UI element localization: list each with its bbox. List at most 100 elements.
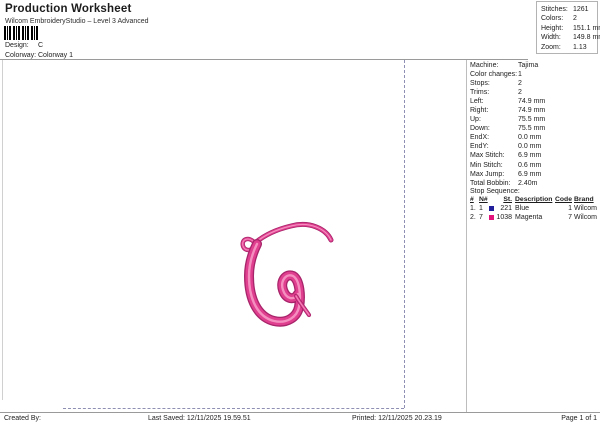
seq-thread-code: 221: [500, 205, 512, 212]
info-value: Tajima: [518, 62, 539, 69]
machine-info-row: Down: 75.5 mm: [470, 124, 599, 133]
seq-brand: Wilcom: [574, 214, 597, 221]
summary-row: Zoom: 1.13: [541, 43, 597, 52]
height-label: Height:: [541, 24, 564, 32]
stop-sequence-header-row: # N# St. Description Code Brand: [466, 196, 600, 205]
col-header-brand: Brand: [574, 196, 594, 203]
stop-sequence-row: 1. 1 221 Blue 1 Wilcom: [466, 205, 600, 214]
seq-num: 1.: [470, 205, 476, 212]
created-by-label: Created By:: [4, 415, 41, 422]
machine-info-row: Trims: 2: [470, 88, 599, 97]
machine-info-row: Min Stitch: 0.6 mm: [470, 161, 599, 170]
app-subtitle: Wilcom EmbroideryStudio – Level 3 Advanc…: [5, 18, 149, 25]
seq-description: Blue: [515, 205, 530, 212]
summary-row: Height: 151.1 mm: [541, 24, 600, 33]
design-label: Design:: [5, 42, 29, 49]
hoop-boundary-vertical: [404, 60, 405, 408]
info-value: 0.0 mm: [518, 134, 542, 142]
design-row: Design: C: [5, 42, 43, 49]
info-value: 2.40m: [518, 179, 538, 187]
page-title: Production Worksheet: [5, 3, 132, 15]
zoom-value: 1.13: [573, 43, 587, 51]
seq-needle: 1: [479, 205, 483, 212]
col-header-num: #: [470, 196, 474, 203]
col-header-description: Description: [515, 196, 553, 203]
stitches-value: 1261: [573, 6, 589, 13]
design-summary-box: Stitches: 1261 Colors: 2 Height: 151.1 mm W…: [536, 1, 600, 54]
seq-num: 2.: [470, 214, 476, 221]
info-label: Max Stitch:: [470, 152, 505, 160]
height-value: 151.1 mm: [573, 24, 600, 32]
machine-info-row: Machine: Tajima: [470, 61, 599, 70]
stitches-label: Stitches:: [541, 6, 568, 13]
footer-divider: [0, 412, 600, 413]
summary-row: Stitches: 1261: [541, 5, 597, 14]
machine-info-row: Max Jump: 6.9 mm: [470, 170, 599, 179]
info-label: Color changes:: [470, 71, 518, 79]
machine-info-row: Left: 74.9 mm: [470, 97, 599, 106]
stop-sequence-row: 2. 7 1038 Magenta 7 Wilcom: [466, 214, 600, 223]
colorway-row: Colorway: Colorway 1: [5, 52, 73, 59]
info-value: 74.9 mm: [518, 107, 546, 115]
col-header-code: Code: [555, 196, 572, 203]
seq-thread-code: 1038: [496, 214, 512, 221]
machine-info-row: Total Bobbin: 2.40m: [470, 179, 599, 188]
machine-info-row: Color changes:1: [470, 70, 599, 79]
info-value: 75.5 mm: [518, 125, 546, 133]
info-panel-divider: [466, 60, 467, 412]
seq-description: Magenta: [515, 214, 543, 221]
machine-info-panel: Machine: Tajima Color changes:1 Stops: 2 T…: [470, 61, 599, 188]
info-value: 0.6 mm: [518, 161, 542, 169]
canvas-left-edge: [2, 60, 3, 400]
design-value: C: [38, 42, 44, 49]
col-header-stitches: St.: [503, 196, 512, 203]
info-value: 0.0 mm: [518, 143, 542, 151]
seq-needle: 7: [479, 214, 483, 221]
info-value: 74.9 mm: [518, 98, 546, 106]
colors-value: 2: [573, 15, 577, 23]
info-label: Machine:: [470, 62, 499, 69]
info-value: 75.5 mm: [518, 116, 546, 124]
colorway-label: Colorway:: [5, 52, 37, 59]
summary-row: Colors: 2: [541, 14, 597, 23]
colors-label: Colors:: [541, 15, 564, 23]
info-label: Up:: [470, 116, 481, 124]
info-value: 2: [518, 89, 522, 97]
zoom-label: Zoom:: [541, 43, 561, 51]
printed-text: Printed: 12/11/2025 20.23.19: [352, 415, 442, 422]
width-value: 149.8 mm: [573, 34, 600, 42]
page-number: Page 1 of 1: [561, 415, 597, 422]
stop-sequence-title: Stop Sequence:: [470, 188, 520, 195]
seq-brand: Wilcom: [574, 205, 597, 212]
info-label: Left:: [470, 98, 484, 106]
machine-info-row: Stops: 2: [470, 79, 599, 88]
info-value: 2: [518, 80, 522, 88]
machine-info-row: EndY: 0.0 mm: [470, 142, 599, 151]
last-saved-text: Last Saved: 12/11/2025 19.59.51: [148, 415, 251, 422]
colorway-value: Colorway 1: [38, 52, 74, 59]
info-label: Trims:: [470, 89, 490, 97]
info-label: EndX:: [470, 134, 490, 142]
machine-info-row: Right: 74.9 mm: [470, 106, 599, 115]
info-label: Min Stitch:: [470, 161, 503, 169]
info-value: 6.9 mm: [518, 152, 542, 160]
info-label: Down:: [470, 125, 490, 133]
machine-info-row: Up: 75.5 mm: [470, 115, 599, 124]
info-label: EndY:: [470, 143, 489, 151]
embroidery-design-letter-c: [240, 222, 334, 327]
machine-info-row: EndX: 0.0 mm: [470, 133, 599, 142]
info-value: 1: [518, 71, 522, 79]
barcode-icon: [4, 26, 38, 40]
info-value: 6.9 mm: [518, 170, 542, 178]
info-label: Total Bobbin:: [470, 179, 511, 187]
seq-code: 1: [568, 205, 572, 212]
col-header-needle: N#: [479, 196, 488, 203]
width-label: Width:: [541, 34, 561, 42]
info-label: Right:: [470, 107, 489, 115]
header-divider: [0, 59, 528, 60]
summary-row: Width: 149.8 mm: [541, 33, 600, 42]
seq-code: 7: [568, 214, 572, 221]
info-label: Max Jump:: [470, 170, 505, 178]
info-label: Stops:: [470, 80, 490, 88]
machine-info-row: Max Stitch: 6.9 mm: [470, 151, 599, 160]
